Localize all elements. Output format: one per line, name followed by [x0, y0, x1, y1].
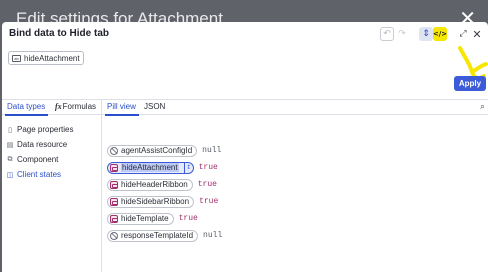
boolean-type-icon: [110, 197, 118, 206]
code-view-icon[interactable]: </>: [433, 27, 447, 41]
binding-chip[interactable]: ab hideAttachment: [8, 51, 84, 65]
sidebar-item-client-states[interactable]: ◫ Client states: [6, 167, 73, 182]
property-value: null: [203, 231, 223, 240]
property-row: hideSidebarRibbon true: [107, 193, 222, 210]
property-name: hideHeaderRibbon: [121, 180, 188, 189]
tab-formulas[interactable]: fxFormulas: [55, 102, 96, 111]
boolean-type-icon: [110, 214, 118, 223]
variable-icon: ab: [12, 54, 21, 62]
dialog-header: Bind data to Hide tab ↶ ↷ ⇕ </> ⤢ ✕: [2, 22, 488, 46]
stepper-icon[interactable]: ↕: [183, 162, 193, 173]
property-list: agentAssistConfigId null hideAttachment …: [107, 142, 222, 244]
binding-chip-label: hideAttachment: [24, 53, 80, 63]
boolean-type-icon: [110, 163, 118, 172]
null-type-icon: [110, 146, 118, 155]
property-pill[interactable]: hideSidebarRibbon: [107, 195, 195, 208]
sidebar-item-data-resource[interactable]: ▤ Data resource: [6, 137, 73, 152]
property-value: true: [199, 197, 219, 206]
tab-data-types[interactable]: Data types: [4, 102, 49, 116]
tab-json[interactable]: JSON: [144, 102, 165, 111]
tab-formulas-label: Formulas: [62, 102, 97, 111]
null-type-icon: [110, 231, 118, 240]
boolean-type-icon: [110, 180, 118, 189]
page-icon: ▯: [8, 125, 12, 134]
property-value: null: [202, 146, 222, 155]
property-value: true: [197, 180, 217, 189]
sidebar-item-label: Page properties: [17, 125, 74, 134]
property-row: hideHeaderRibbon true: [107, 176, 222, 193]
sidebar-item-label: Data resource: [17, 140, 68, 149]
property-name: hideTemplate: [121, 214, 169, 223]
close-icon[interactable]: ✕: [470, 27, 484, 41]
data-type-list: ▯ Page properties ▤ Data resource ⧉ Comp…: [6, 122, 74, 182]
bind-data-dialog: Bind data to Hide tab ↶ ↷ ⇕ </> ⤢ ✕ ab h…: [2, 22, 488, 272]
sidebar-item-label: Client states: [17, 170, 62, 179]
redo-icon[interactable]: ↷: [395, 27, 409, 41]
swap-view-icon[interactable]: ⇕: [419, 27, 433, 41]
undo-icon[interactable]: ↶: [380, 27, 394, 41]
property-value: true: [178, 214, 198, 223]
right-panel-tabs: Pill view JSON ⌕: [102, 100, 488, 116]
database-icon: ▤: [6, 140, 14, 149]
client-states-icon: ◫: [6, 170, 14, 179]
tab-pill-view[interactable]: Pill view: [105, 102, 139, 116]
property-name: hideSidebarRibbon: [121, 197, 190, 206]
expand-icon[interactable]: ⤢: [456, 27, 470, 41]
component-icon: ⧉: [7, 155, 13, 163]
dialog-title: Bind data to Hide tab: [9, 28, 109, 39]
property-row: responseTemplateId null: [107, 227, 222, 244]
sidebar-item-page-properties[interactable]: ▯ Page properties: [6, 122, 73, 137]
property-row: hideAttachment ↕ true: [107, 159, 222, 176]
property-row: agentAssistConfigId null: [107, 142, 222, 159]
sidebar-item-label: Component: [17, 155, 59, 164]
fx-icon: fx: [55, 102, 62, 111]
apply-button[interactable]: Apply: [454, 76, 486, 91]
property-row: hideTemplate true: [107, 210, 222, 227]
property-name: responseTemplateId: [121, 231, 194, 240]
property-pill[interactable]: responseTemplateId: [107, 229, 199, 242]
property-name: hideAttachment: [121, 163, 179, 172]
panel-divider: [101, 100, 102, 272]
property-pill[interactable]: hideHeaderRibbon: [107, 178, 193, 191]
search-icon[interactable]: ⌕: [480, 102, 485, 112]
sidebar-item-component[interactable]: ⧉ Component: [6, 152, 73, 167]
property-pill[interactable]: hideTemplate: [107, 212, 174, 225]
property-pill-selected[interactable]: hideAttachment ↕: [107, 161, 194, 174]
left-panel-tabs: Data types fxFormulas: [2, 100, 101, 116]
property-pill[interactable]: agentAssistConfigId: [107, 144, 198, 157]
property-name: agentAssistConfigId: [121, 146, 193, 155]
property-value: true: [198, 163, 218, 172]
